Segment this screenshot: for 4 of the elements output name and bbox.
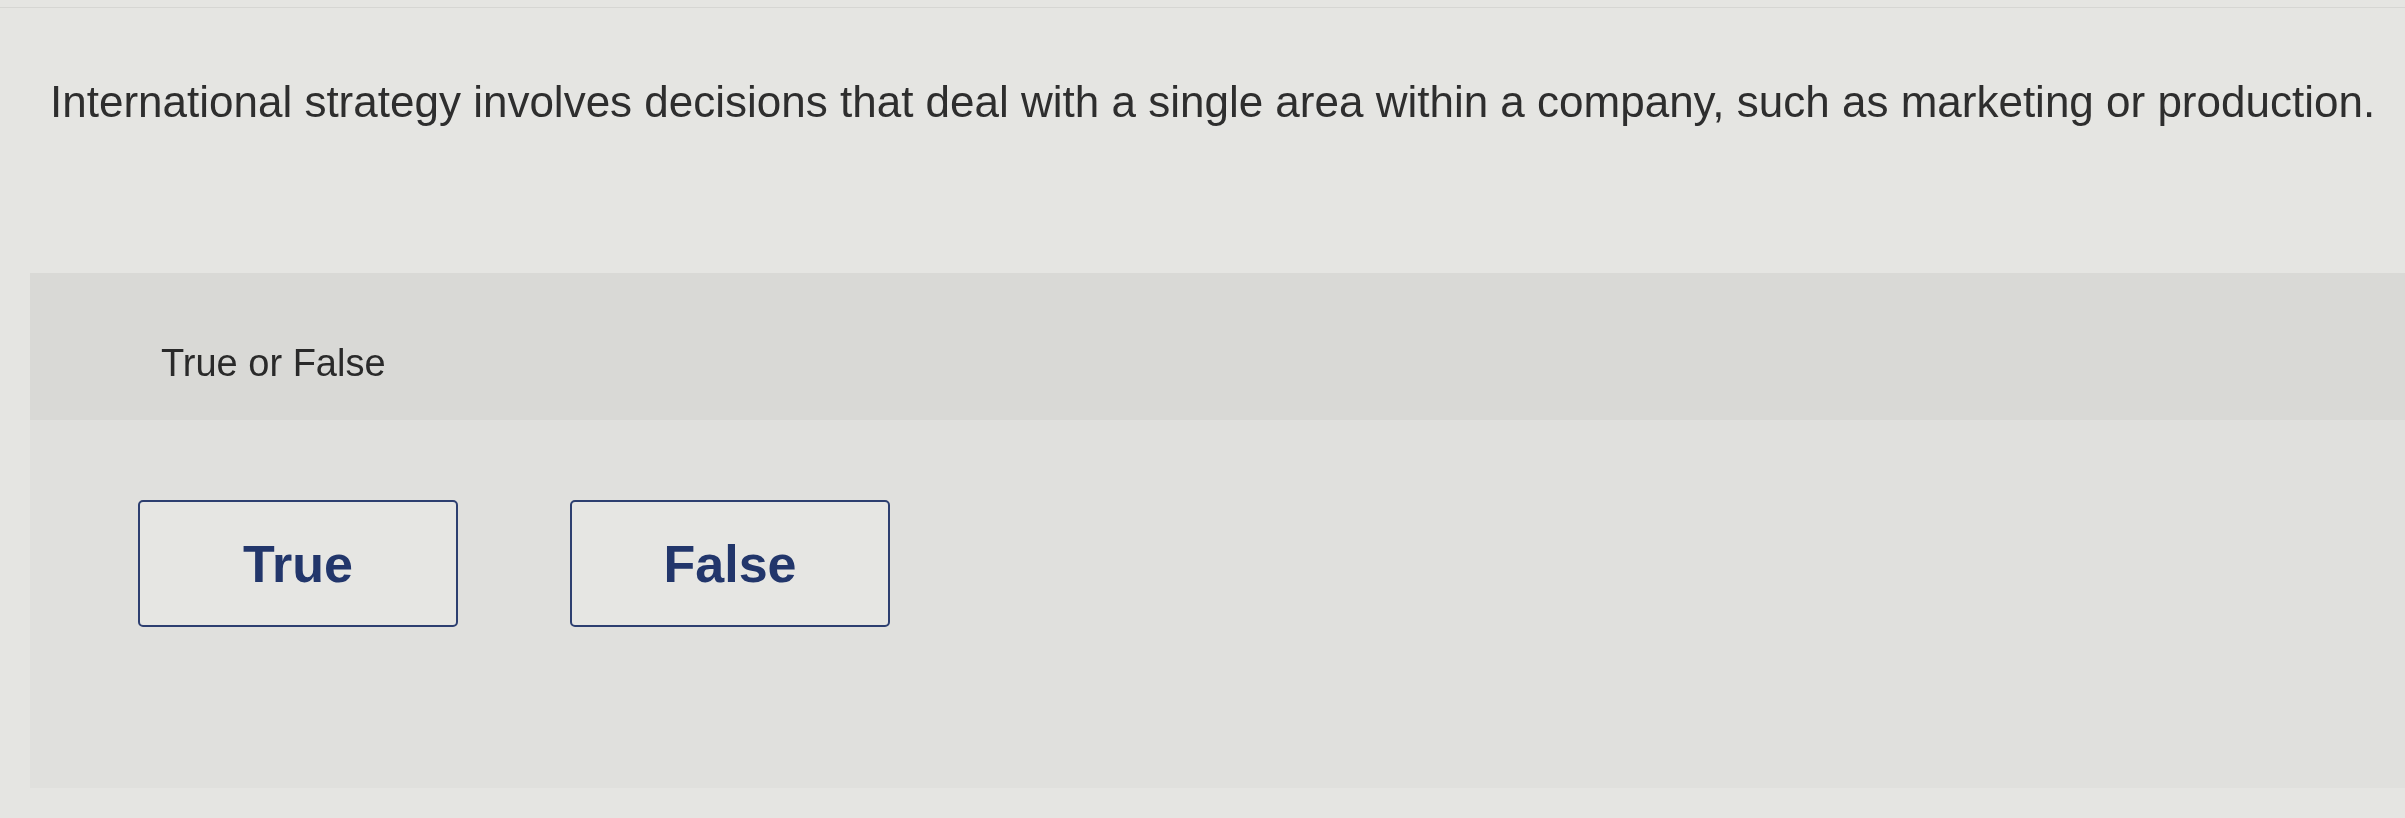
prompt-text: True or False [161, 341, 386, 385]
answer-option-button[interactable]: False [570, 500, 890, 627]
question-text: International strategy involves decisions that deal with a single area within a company, such as marketing or production. [50, 76, 2376, 128]
answer-option-button[interactable]: True [138, 500, 458, 627]
